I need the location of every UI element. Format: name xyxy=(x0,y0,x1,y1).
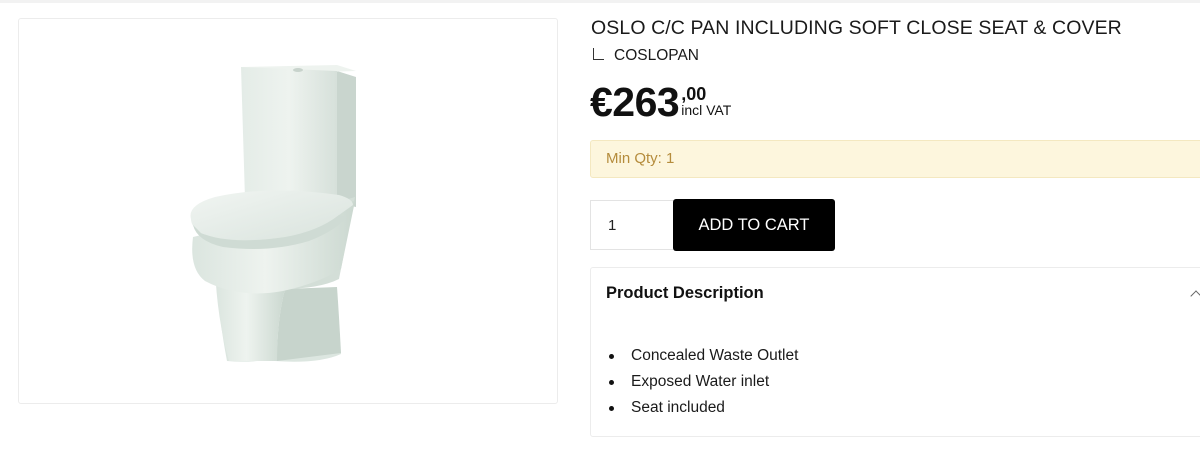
min-qty-notice: Min Qty: 1 xyxy=(590,140,1200,178)
description-item: Exposed Water inlet xyxy=(631,373,770,390)
bullet-icon xyxy=(609,406,614,411)
description-heading: Product Description xyxy=(606,284,764,302)
quantity-input[interactable] xyxy=(590,200,674,250)
price-vat-label: incl VAT xyxy=(681,102,732,118)
description-item: Concealed Waste Outlet xyxy=(631,347,799,364)
description-list: Concealed Waste Outlet Exposed Water inl… xyxy=(606,346,798,424)
list-item: Seat included xyxy=(606,398,798,424)
product-image-card[interactable] xyxy=(18,18,558,404)
product-sku: COSLOPAN xyxy=(614,47,699,64)
sku-row: COSLOPAN xyxy=(593,47,699,65)
price-cents: ,00 xyxy=(681,84,707,104)
description-item: Seat included xyxy=(631,399,725,416)
product-description-panel: Product Description Concealed Waste Outl… xyxy=(590,267,1200,437)
toilet-product-image xyxy=(190,65,356,362)
chevron-up-icon xyxy=(1190,290,1200,302)
price-main: €263 xyxy=(590,79,680,125)
price-block: €263 ,00 incl VAT xyxy=(590,78,731,126)
header-divider xyxy=(0,0,1200,3)
list-item: Exposed Water inlet xyxy=(606,372,798,398)
product-title: OSLO C/C PAN INCLUDING SOFT CLOSE SEAT &… xyxy=(591,17,1122,39)
bullet-icon xyxy=(609,380,614,385)
list-item: Concealed Waste Outlet xyxy=(606,346,798,372)
tree-branch-icon xyxy=(593,48,604,60)
add-to-cart-button[interactable]: ADD TO CART xyxy=(673,199,835,251)
product-page: OSLO C/C PAN INCLUDING SOFT CLOSE SEAT &… xyxy=(0,0,1200,455)
description-toggle[interactable]: Product Description xyxy=(591,268,1200,318)
price-detail: ,00 incl VAT xyxy=(681,78,731,118)
bullet-icon xyxy=(609,354,614,359)
